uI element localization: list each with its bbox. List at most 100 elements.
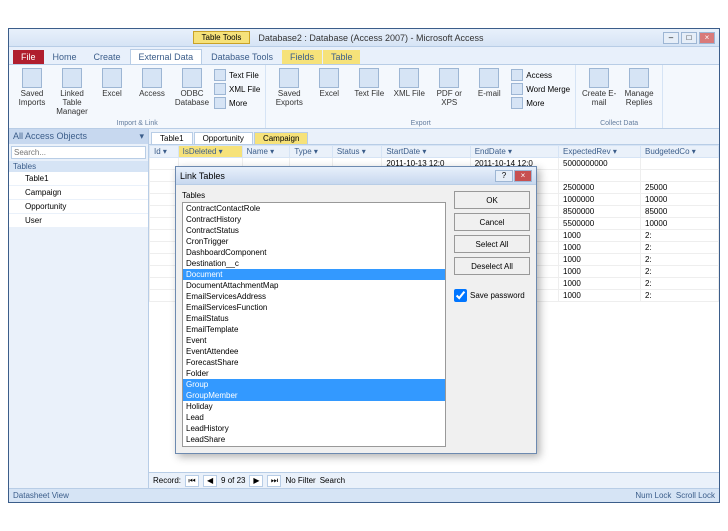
list-item[interactable]: Folder: [183, 368, 445, 379]
list-item[interactable]: CronTrigger: [183, 236, 445, 247]
cell[interactable]: [150, 182, 179, 194]
list-item[interactable]: LeadStatus: [183, 445, 445, 447]
manage-replies-button[interactable]: Manage Replies: [621, 68, 657, 107]
close-button[interactable]: ×: [699, 32, 715, 44]
cell[interactable]: 2:: [641, 242, 719, 254]
list-item[interactable]: DashboardComponent: [183, 247, 445, 258]
tab-fields[interactable]: Fields: [282, 50, 322, 64]
column-header[interactable]: Id ▾: [150, 146, 179, 158]
column-header[interactable]: ExpectedRev ▾: [559, 146, 641, 158]
save-password-checkbox[interactable]: Save password: [454, 289, 530, 302]
export-more-button[interactable]: More: [511, 96, 570, 110]
cell[interactable]: 85000: [641, 206, 719, 218]
list-item[interactable]: LeadShare: [183, 434, 445, 445]
column-header[interactable]: Name ▾: [242, 146, 290, 158]
nav-item[interactable]: Campaign: [9, 186, 148, 200]
minimize-button[interactable]: –: [663, 32, 679, 44]
select-all-button[interactable]: Select All: [454, 235, 530, 253]
dialog-help-button[interactable]: ?: [495, 170, 513, 182]
cell[interactable]: [559, 170, 641, 182]
column-header[interactable]: BudgetedCo ▾: [641, 146, 719, 158]
cell[interactable]: 25000: [641, 182, 719, 194]
cell[interactable]: 2:: [641, 290, 719, 302]
create-email-button[interactable]: Create E-mail: [581, 68, 617, 107]
column-header[interactable]: IsDeleted ▾: [178, 146, 242, 158]
prev-record-button[interactable]: ◀: [203, 475, 217, 487]
list-item[interactable]: Lead: [183, 412, 445, 423]
cell[interactable]: [150, 290, 179, 302]
cell[interactable]: [150, 194, 179, 206]
tab-create[interactable]: Create: [86, 50, 129, 64]
cell[interactable]: 1000: [559, 266, 641, 278]
cell[interactable]: [150, 170, 179, 182]
cancel-button[interactable]: Cancel: [454, 213, 530, 231]
list-item[interactable]: ForecastShare: [183, 357, 445, 368]
ok-button[interactable]: OK: [454, 191, 530, 209]
list-item[interactable]: Event: [183, 335, 445, 346]
nav-header[interactable]: All Access Objects▾: [9, 129, 148, 144]
cell[interactable]: 1000: [559, 290, 641, 302]
list-item[interactable]: ContractStatus: [183, 225, 445, 236]
list-item[interactable]: EmailServicesAddress: [183, 291, 445, 302]
tab-external-data[interactable]: External Data: [130, 49, 203, 64]
cell[interactable]: 1000: [559, 254, 641, 266]
cell[interactable]: 1000000: [559, 194, 641, 206]
next-record-button[interactable]: ▶: [249, 475, 263, 487]
list-item[interactable]: ContractHistory: [183, 214, 445, 225]
cell[interactable]: 5000000000: [559, 158, 641, 170]
list-item[interactable]: Document: [183, 269, 445, 280]
cell[interactable]: 2:: [641, 230, 719, 242]
cell[interactable]: [150, 206, 179, 218]
cell[interactable]: [150, 230, 179, 242]
cell[interactable]: 2:: [641, 254, 719, 266]
export-access-button[interactable]: Access: [511, 68, 570, 82]
nav-group-tables[interactable]: Tables: [9, 161, 148, 172]
import-xml-button[interactable]: XML File: [214, 82, 260, 96]
list-item[interactable]: EmailTemplate: [183, 324, 445, 335]
cell[interactable]: 10000: [641, 194, 719, 206]
list-item[interactable]: EmailServicesFunction: [183, 302, 445, 313]
list-item[interactable]: GroupMember: [183, 390, 445, 401]
cell[interactable]: [150, 266, 179, 278]
list-item[interactable]: Destination__c: [183, 258, 445, 269]
doc-tab-opportunity[interactable]: Opportunity: [194, 132, 253, 144]
maximize-button[interactable]: □: [681, 32, 697, 44]
export-xml-button[interactable]: XML File: [391, 68, 427, 110]
cell[interactable]: [150, 158, 179, 170]
export-text-button[interactable]: Text File: [351, 68, 387, 110]
cell[interactable]: [641, 170, 719, 182]
nav-item[interactable]: Table1: [9, 172, 148, 186]
tab-table[interactable]: Table: [323, 50, 361, 64]
first-record-button[interactable]: ⏮: [185, 475, 199, 487]
cell[interactable]: [641, 158, 719, 170]
nav-item[interactable]: Opportunity: [9, 200, 148, 214]
list-item[interactable]: EventAttendee: [183, 346, 445, 357]
linked-table-manager-button[interactable]: Linked Table Manager: [54, 68, 90, 116]
export-excel-button[interactable]: Excel: [311, 68, 347, 110]
nav-item[interactable]: User: [9, 214, 148, 228]
export-wordmerge-button[interactable]: Word Merge: [511, 82, 570, 96]
cell[interactable]: 2500000: [559, 182, 641, 194]
cell[interactable]: 1000: [559, 242, 641, 254]
cell[interactable]: 1000: [559, 230, 641, 242]
import-odbc-button[interactable]: ODBC Database: [174, 68, 210, 116]
tables-listbox[interactable]: ContractContactRoleContractHistoryContra…: [182, 202, 446, 447]
list-item[interactable]: LeadHistory: [183, 423, 445, 434]
column-header[interactable]: StartDate ▾: [382, 146, 470, 158]
column-header[interactable]: Status ▾: [332, 146, 381, 158]
cell[interactable]: [150, 218, 179, 230]
tab-database-tools[interactable]: Database Tools: [203, 50, 281, 64]
cell[interactable]: 2:: [641, 266, 719, 278]
list-item[interactable]: DocumentAttachmentMap: [183, 280, 445, 291]
doc-tab-campaign[interactable]: Campaign: [254, 132, 308, 144]
list-item[interactable]: ContractContactRole: [183, 203, 445, 214]
saved-imports-button[interactable]: Saved Imports: [14, 68, 50, 116]
cell[interactable]: 5500000: [559, 218, 641, 230]
doc-tab-table1[interactable]: Table1: [151, 132, 193, 144]
cell[interactable]: 1000: [559, 278, 641, 290]
cell[interactable]: [150, 278, 179, 290]
tab-file[interactable]: File: [13, 50, 44, 64]
cell[interactable]: 8500000: [559, 206, 641, 218]
cell[interactable]: 2:: [641, 278, 719, 290]
last-record-button[interactable]: ⏭: [267, 475, 281, 487]
